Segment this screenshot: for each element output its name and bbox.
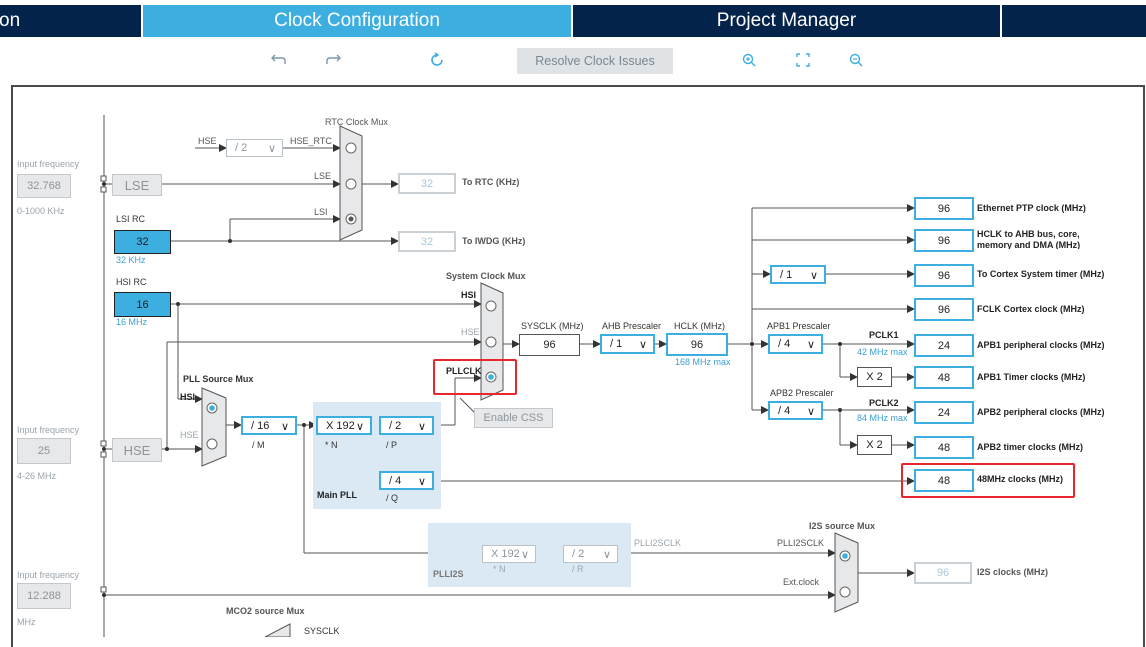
hclk-ahb-label: HCLK to AHB bus, core, memory and DMA (M… (977, 229, 1081, 249)
apb2-peripheral-output[interactable]: 24 (914, 401, 974, 424)
apb1-prescaler[interactable]: / 4 ∨ (768, 334, 823, 354)
ethernet-ptp-output[interactable]: 96 (914, 197, 974, 220)
mco2-mux (264, 623, 291, 637)
rtc-hse-divider[interactable]: / 2 ∨ (226, 139, 283, 157)
iwdg-output-label: To IWDG (KHz) (462, 236, 526, 246)
apb1-timer-label: APB1 Timer clocks (MHz) (977, 372, 1086, 382)
lse-range: 0-1000 KHz (17, 206, 65, 216)
hse-frequency-input[interactable]: 25 (17, 438, 71, 464)
hsi-title: HSI RC (116, 277, 147, 287)
pll-m-label: / M (252, 440, 265, 450)
apb2-prescaler[interactable]: / 4 ∨ (768, 401, 823, 420)
pll-n-label: * N (325, 440, 338, 450)
rtc-output: 32 (398, 173, 456, 194)
pll-source-mux-title: PLL Source Mux (183, 374, 254, 384)
pll-q-divider[interactable]: / 4 ∨ (379, 471, 434, 490)
pclk2-label: PCLK2 (869, 398, 899, 408)
i2s-mux-plli2sclk-label: PLLI2SCLK (777, 538, 825, 548)
rtc-mux-title: RTC Clock Mux (325, 117, 388, 127)
hsi-value: 16 (114, 292, 171, 317)
i2s-output: 96 (914, 562, 972, 584)
ethernet-ptp-label: Ethernet PTP clock (MHz) (977, 203, 1086, 213)
apb1-peripheral-label: APB1 peripheral clocks (MHz) (977, 340, 1105, 350)
plli2s-r-label: / R (572, 564, 584, 574)
hse-input-title: Input frequency (17, 425, 80, 435)
fclk-label: FCLK Cortex clock (MHz) (977, 304, 1085, 314)
plli2s-r-divider[interactable]: / 2 ∨ (563, 545, 618, 563)
apb2-prescaler-title: APB2 Prescaler (770, 388, 834, 398)
i2s-mux-ext-label: Ext.clock (783, 577, 820, 587)
cortex-timer-label: To Cortex System timer (MHz) (977, 269, 1105, 279)
system-clock-mux-title: System Clock Mux (446, 271, 526, 281)
lsi-unit: 32 KHz (116, 255, 146, 265)
i2s-source-mux-title: I2S source Mux (809, 521, 876, 531)
mco2-sysclk-label: SYSCLK (304, 626, 340, 636)
i2s-input-title: Input frequency (17, 570, 80, 580)
enable-css-button[interactable]: Enable CSS (474, 408, 553, 428)
hse-range: 4-26 MHz (17, 471, 57, 481)
sysclk-value: 96 (519, 334, 580, 356)
pclk1-label: PCLK1 (869, 330, 899, 340)
sysmux-hse-label: HSE (461, 327, 480, 337)
lse-frequency-input[interactable]: 32.768 (17, 174, 71, 198)
hclk-max: 168 MHz max (675, 357, 731, 367)
pll-hse-label: HSE (180, 430, 199, 440)
main-pll-label: Main PLL (317, 490, 357, 500)
mco2-mux-title: MCO2 source Mux (226, 606, 305, 616)
apb1-timer-multiplier: X 2 (857, 367, 892, 387)
cortex-timer-output[interactable]: 96 (914, 264, 974, 287)
lse-input-title: Input frequency (17, 159, 80, 169)
pll-m-divider[interactable]: / 16 ∨ (241, 416, 297, 435)
rtc-output-label: To RTC (KHz) (462, 177, 520, 187)
pll-p-divider[interactable]: / 2 ∨ (379, 416, 434, 435)
i2s-unit: MHz (17, 617, 36, 627)
hse-block[interactable]: HSE (112, 438, 162, 462)
i2s-source-mux (834, 532, 859, 613)
pllclk-highlight (433, 359, 517, 395)
hclk-value[interactable]: 96 (666, 333, 728, 356)
hclk-title: HCLK (MHz) (674, 321, 725, 331)
clock-48mhz-highlight (901, 463, 1075, 498)
plli2s-label: PLLI2S (433, 569, 464, 579)
apb2-peripheral-label: APB2 peripheral clocks (MHz) (977, 407, 1105, 417)
apb2-timer-label: APB2 timer clocks (MHz) (977, 442, 1084, 452)
plli2sclk-label: PLLI2SCLK (634, 538, 682, 548)
ahb-prescaler[interactable]: / 1 ∨ (600, 334, 655, 354)
apb1-prescaler-title: APB1 Prescaler (767, 321, 831, 331)
pll-n-multiplier[interactable]: X 192 ∨ (316, 416, 372, 435)
rtc-lsi-label: LSI (314, 207, 328, 217)
pll-q-label: / Q (386, 493, 399, 503)
apb1-peripheral-output[interactable]: 24 (914, 334, 974, 357)
plli2s-n-multiplier[interactable]: X 192 ∨ (482, 545, 536, 563)
pclk2-max: 84 MHz max (857, 413, 908, 423)
lsi-title: LSI RC (116, 214, 146, 224)
pclk1-max: 42 MHz max (857, 347, 908, 357)
sysclk-title: SYSCLK (MHz) (521, 321, 584, 331)
plli2s-n-label: * N (493, 564, 506, 574)
rtc-lse-label: LSE (314, 171, 332, 181)
hse-rtc-label: HSE_RTC (290, 136, 332, 146)
hsi-unit: 16 MHz (116, 317, 148, 327)
apb1-timer-output[interactable]: 48 (914, 366, 974, 389)
pll-hsi-label: HSI (180, 392, 196, 402)
iwdg-output: 32 (398, 231, 456, 252)
hclk-ahb-output[interactable]: 96 (914, 229, 974, 252)
lsi-value: 32 (114, 230, 171, 254)
ahb-prescaler-title: AHB Prescaler (602, 321, 662, 331)
cortex-timer-divider[interactable]: / 1 ∨ (770, 265, 826, 284)
apb2-timer-output[interactable]: 48 (914, 436, 974, 459)
lse-block[interactable]: LSE (112, 174, 162, 196)
pll-p-label: / P (386, 440, 398, 450)
i2s-frequency-input[interactable]: 12.288 (17, 583, 71, 609)
fclk-output[interactable]: 96 (914, 298, 974, 321)
i2s-output-label: I2S clocks (MHz) (977, 567, 1049, 577)
sysmux-hsi-label: HSI (461, 290, 477, 300)
rtc-hse-label: HSE (198, 136, 217, 146)
pll-source-mux (201, 387, 227, 467)
apb2-timer-multiplier: X 2 (857, 435, 892, 455)
